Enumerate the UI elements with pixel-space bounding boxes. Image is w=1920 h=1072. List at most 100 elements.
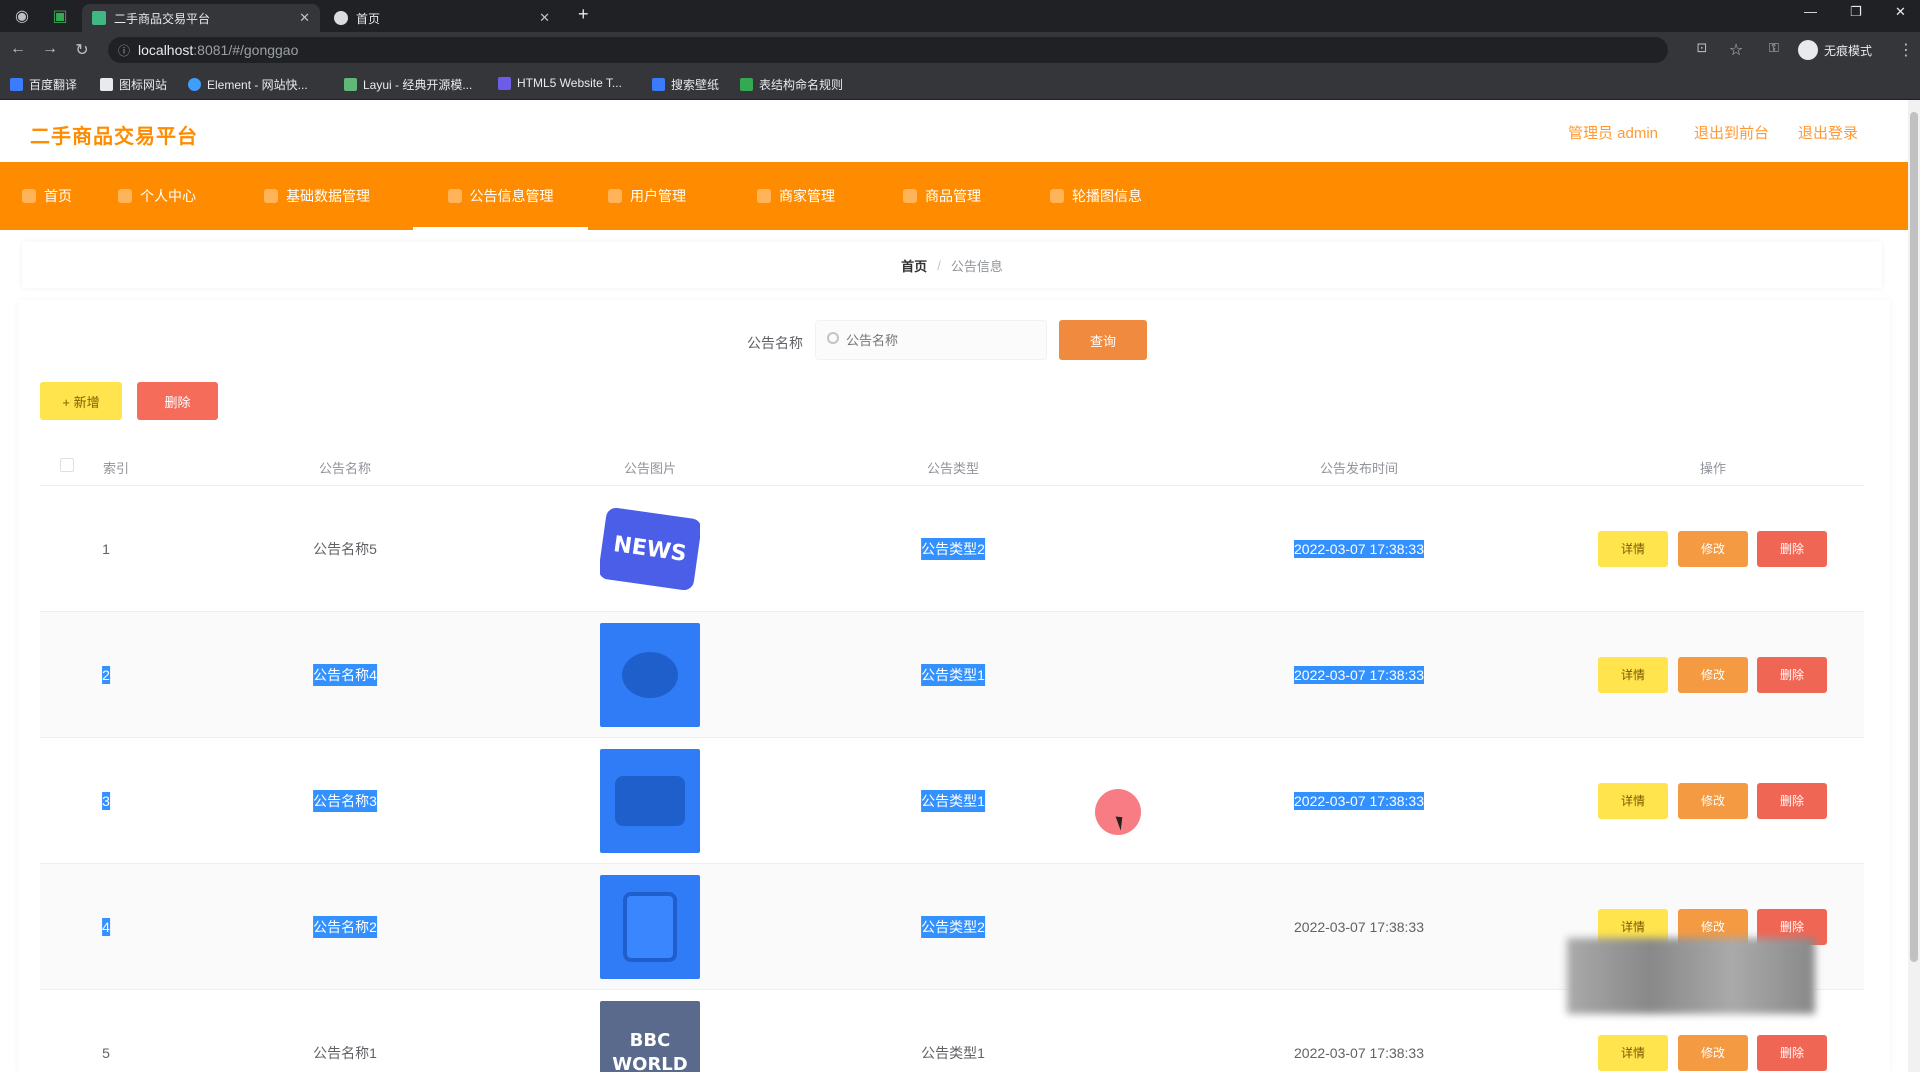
edit-button[interactable]: 修改 xyxy=(1678,656,1748,693)
bookmark-icon xyxy=(10,78,23,91)
menu-item-merchants[interactable]: 商家管理 xyxy=(757,162,835,230)
app-header: 二手商品交易平台 管理员 admin 退出到前台 退出登录 xyxy=(0,100,1908,162)
edit-button[interactable]: 修改 xyxy=(1678,1034,1748,1071)
bookmarks-bar: 百度翻译 图标网站 Element - 网站快... Layui - 经典开源模… xyxy=(0,68,1920,100)
breadcrumb-home[interactable]: 首页 xyxy=(901,256,927,275)
edit-button[interactable]: 修改 xyxy=(1678,782,1748,819)
tab-inactive[interactable]: 首页 ✕ xyxy=(324,4,560,32)
detail-button[interactable]: 详情 xyxy=(1598,530,1668,567)
translate-icon[interactable]: ⊡ xyxy=(1692,40,1712,56)
element-icon xyxy=(188,78,201,91)
image-icon xyxy=(1050,189,1064,203)
detail-button[interactable]: 详情 xyxy=(1598,782,1668,819)
star-icon[interactable]: ☆ xyxy=(1726,40,1746,60)
menu-item-profile[interactable]: 个人中心 xyxy=(118,162,196,230)
shop-icon xyxy=(757,189,771,203)
cell-index: 5 xyxy=(102,1044,110,1061)
image-label: NEWS xyxy=(611,531,689,566)
breadcrumb-current: 公告信息 xyxy=(950,258,1003,274)
sheet-icon[interactable]: ▣ xyxy=(50,6,70,26)
user-icon xyxy=(118,189,132,203)
browser-tab-bar: ◉ ▣ 二手商品交易平台 ✕ 首页 ✕ + — ❐ ✕ xyxy=(0,0,1920,32)
bookmark-item[interactable]: HTML5 Website T... xyxy=(498,76,622,90)
minimize-icon[interactable]: — xyxy=(1804,4,1817,19)
tab-title: 首页 xyxy=(356,11,381,26)
url-host: localhost xyxy=(138,42,194,58)
close-tab-icon[interactable]: ✕ xyxy=(299,10,310,26)
app-title: 二手商品交易平台 xyxy=(30,126,198,148)
new-tab-button[interactable]: + xyxy=(578,4,589,25)
info-icon: ⓘ xyxy=(118,43,131,58)
cell-name: 公告名称3 xyxy=(313,789,377,812)
notice-image: BBC WORLD xyxy=(600,1000,700,1072)
bookmark-item[interactable]: 表结构命名规则 xyxy=(740,76,843,93)
reload-icon[interactable]: ↻ xyxy=(72,40,92,60)
menu-item-home[interactable]: 首页 xyxy=(22,162,72,230)
cell-index: 2 xyxy=(102,665,110,684)
notice-image xyxy=(600,748,700,853)
cell-time: 2022-03-07 17:38:33 xyxy=(1294,539,1424,558)
bookmark-item[interactable]: 图标网站 xyxy=(100,76,167,93)
browser-menu-icon[interactable]: ◉ xyxy=(12,6,32,26)
cell-time: 2022-03-07 17:38:33 xyxy=(1294,918,1424,935)
url-path: :8081/#/gonggao xyxy=(193,42,299,58)
bookmark-item[interactable]: Element - 网站快... xyxy=(188,76,308,93)
detail-button[interactable]: 详情 xyxy=(1598,656,1668,693)
select-all-checkbox[interactable] xyxy=(60,458,74,472)
table-row[interactable]: 2 公告名称4 公告类型1 2022-03-07 17:38:33 详情 修改 … xyxy=(40,612,1864,738)
menu-item-base-data[interactable]: 基础数据管理 xyxy=(264,162,370,230)
more-menu-icon[interactable]: ⋮ xyxy=(1896,40,1916,60)
key-icon[interactable]: ⚿ xyxy=(1764,40,1784,56)
scrollbar-thumb[interactable] xyxy=(1910,112,1918,962)
cell-type: 公告类型2 xyxy=(921,915,985,938)
delete-button[interactable]: 删除 xyxy=(1757,782,1827,819)
table-row[interactable]: 3 公告名称3 公告类型1 2022-03-07 17:38:33 详情 修改 … xyxy=(40,738,1864,864)
bookmark-item[interactable]: 搜索壁纸 xyxy=(652,76,719,93)
notice-image: NEWS xyxy=(600,496,700,601)
menu-item-users[interactable]: 用户管理 xyxy=(608,162,686,230)
back-icon[interactable]: ← xyxy=(8,40,28,58)
restore-icon[interactable]: ❐ xyxy=(1850,4,1862,20)
query-button[interactable]: 查询 xyxy=(1059,320,1147,360)
notice-image xyxy=(600,874,700,979)
delete-button[interactable]: 删除 xyxy=(1757,656,1827,693)
cell-index: 3 xyxy=(102,791,110,810)
flag-icon xyxy=(100,78,113,91)
wallpaper-icon xyxy=(652,78,665,91)
logout-link[interactable]: 退出登录 xyxy=(1798,122,1858,143)
forward-icon[interactable]: → xyxy=(40,40,60,58)
back-to-front-link[interactable]: 退出到前台 xyxy=(1694,122,1769,143)
close-tab-icon[interactable]: ✕ xyxy=(539,10,550,26)
browser-toolbar: ← → ↻ ⓘ localhost:8081/#/gonggao ⊡ ☆ ⚿ 无… xyxy=(0,32,1920,68)
delete-button[interactable]: 删除 xyxy=(1757,1034,1827,1071)
close-window-icon[interactable]: ✕ xyxy=(1895,4,1906,20)
menu-item-products[interactable]: 商品管理 xyxy=(903,162,981,230)
column-header-type: 公告类型 xyxy=(926,461,980,476)
notice-image xyxy=(600,622,700,727)
cell-name: 公告名称1 xyxy=(313,1044,377,1061)
detail-button[interactable]: 详情 xyxy=(1598,1034,1668,1071)
layui-icon xyxy=(344,78,357,91)
column-header-image: 公告图片 xyxy=(623,461,677,476)
edit-button[interactable]: 修改 xyxy=(1678,530,1748,567)
notice-icon xyxy=(447,189,462,203)
add-button[interactable]: + 新增 xyxy=(40,382,122,420)
table-row[interactable]: 1 公告名称5 NEWS 公告类型2 2022-03-07 17:38:33 详… xyxy=(40,486,1864,612)
menu-item-notice[interactable]: 公告信息管理 xyxy=(413,162,588,230)
cell-index: 4 xyxy=(102,917,110,936)
search-input[interactable] xyxy=(815,320,1047,360)
menu-item-carousel[interactable]: 轮播图信息 xyxy=(1050,162,1142,230)
batch-delete-button[interactable]: 删除 xyxy=(137,382,218,420)
blurred-watermark xyxy=(1567,938,1815,1014)
search-icon xyxy=(827,332,839,344)
cell-time: 2022-03-07 17:38:33 xyxy=(1294,791,1424,810)
address-bar[interactable]: ⓘ localhost:8081/#/gonggao xyxy=(108,37,1668,63)
table-header: 索引 公告名称 公告图片 公告类型 公告发布时间 操作 xyxy=(40,446,1864,486)
incognito-badge[interactable]: 无痕模式 xyxy=(1798,40,1872,60)
tab-active[interactable]: 二手商品交易平台 ✕ xyxy=(82,4,320,32)
bookmark-item[interactable]: Layui - 经典开源模... xyxy=(344,76,472,93)
cell-name: 公告名称2 xyxy=(313,915,377,938)
delete-button[interactable]: 删除 xyxy=(1757,530,1827,567)
home-icon xyxy=(22,189,36,203)
bookmark-item[interactable]: 百度翻译 xyxy=(10,76,77,93)
